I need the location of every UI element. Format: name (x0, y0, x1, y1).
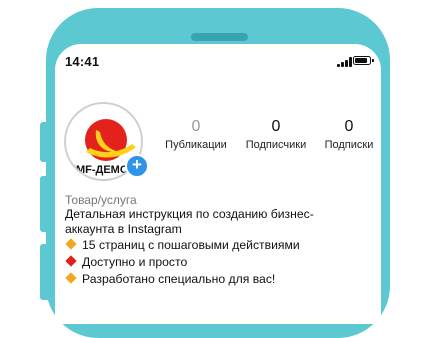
status-bar: 14:41 (55, 44, 381, 74)
orange-diamond-icon (65, 238, 77, 250)
phone-speaker (191, 33, 248, 41)
stat-followers[interactable]: 0 Подписчики (240, 118, 312, 151)
phone-screen: 14:41 KMF-ДЕМО + 0 Публикации 0 Подписчи… (55, 44, 381, 324)
add-story-button[interactable]: + (125, 154, 149, 178)
stat-posts[interactable]: 0 Публикации (163, 118, 229, 151)
following-count: 0 (344, 118, 354, 135)
bullet-text: Доступно и просто (82, 255, 188, 269)
profile-category: Товар/услуга (65, 193, 137, 207)
battery-icon (353, 56, 374, 65)
bio-line: аккаунта в Instagram (65, 221, 182, 236)
bio-bullet: Разработано специально для вас! (65, 272, 276, 286)
stat-following[interactable]: 0 Подписки (319, 118, 379, 151)
avatar-logo-text: KMF-ДЕМО (68, 164, 129, 176)
following-label: Подписки (324, 139, 374, 151)
posts-label: Публикации (165, 139, 227, 151)
bullet-text: 15 страниц с пошаговыми действиями (82, 238, 300, 252)
orange-diamond-icon (65, 272, 77, 284)
followers-label: Подписчики (245, 139, 307, 151)
bio-line: Детальная инструкция по созданию бизнес- (65, 207, 314, 221)
profile-bio: Детальная инструкция по созданию бизнес-… (65, 207, 365, 236)
bio-bullet: Доступно и просто (65, 255, 188, 269)
status-time: 14:41 (65, 54, 100, 69)
posts-count: 0 (191, 118, 201, 135)
red-diamond-icon (65, 255, 77, 267)
signal-icon (337, 57, 352, 67)
bio-bullet: 15 страниц с пошаговыми действиями (65, 238, 300, 252)
bullet-text: Разработано специально для вас! (82, 272, 276, 286)
followers-count: 0 (271, 118, 281, 135)
